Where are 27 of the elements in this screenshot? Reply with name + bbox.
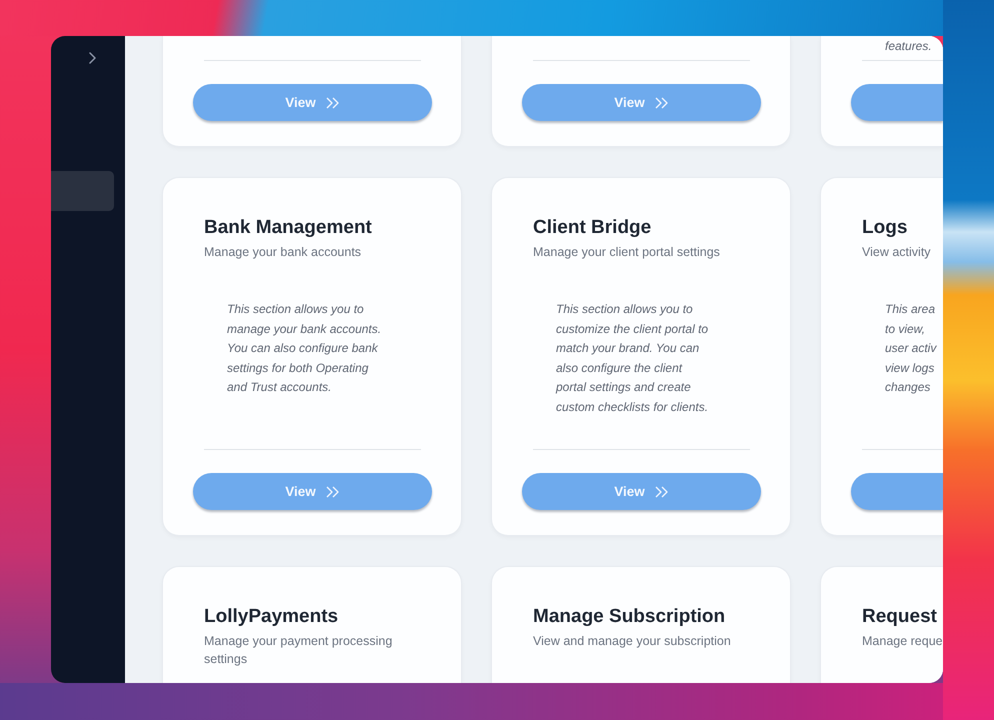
view-button[interactable]: View	[193, 473, 432, 510]
view-button[interactable]	[851, 84, 943, 121]
double-chevron-icon	[654, 96, 669, 108]
double-chevron-icon	[654, 486, 669, 498]
chevron-right-icon[interactable]	[89, 52, 96, 64]
card-title: Bank Management	[204, 216, 372, 240]
card-title: LollyPayments	[204, 605, 338, 629]
card-subtitle: View activity	[862, 244, 931, 261]
card-title: Client Bridge	[533, 216, 652, 240]
card-subtitle: Manage your payment processing settings	[204, 633, 394, 668]
card-description: This area to view, user activ view logs changes	[885, 301, 936, 396]
card-subtitle: Manage reque	[862, 633, 943, 650]
card-description: This section allows you to manage your bank accounts. You can also configure bank settings for both Operating and Trust accounts.	[227, 301, 382, 396]
view-button[interactable]: View	[193, 84, 432, 121]
double-chevron-icon	[326, 96, 340, 108]
view-button[interactable]	[851, 473, 943, 510]
card-title: Logs	[862, 216, 908, 240]
view-button[interactable]: View	[522, 84, 761, 121]
card-description: This section allows you to customize the client portal to match your brand. You can also configure the client portal settings and create custom checklists for clients.	[556, 301, 708, 416]
card-subtitle: Manage your client portal settings	[533, 244, 720, 261]
double-chevron-icon	[326, 486, 340, 498]
card-subtitle: Manage your bank accounts	[204, 244, 362, 261]
card-description: features.	[885, 38, 932, 56]
card-title: Request	[862, 605, 937, 629]
view-button[interactable]: View	[522, 473, 761, 510]
card-subtitle: View and manage your subscription	[533, 633, 731, 650]
card-title: Manage Subscription	[533, 605, 726, 629]
